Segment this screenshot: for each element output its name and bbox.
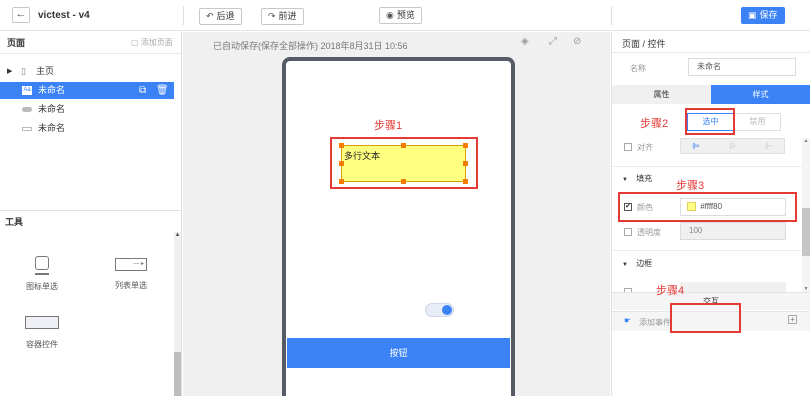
tools-scrollbar[interactable]: ▲ [174, 232, 181, 396]
page-item-textarea[interactable]: Aa 未命名 ⧉ 🗑 [0, 82, 174, 99]
container-icon [25, 316, 59, 329]
top-toolbar: ← victest - v4 ↶ 后退 ↷ 前进 ◉ 预览 ▣ 保存 [0, 0, 810, 31]
collapse-arrow-icon: ▼ [622, 177, 628, 183]
align-checkbox[interactable] [624, 143, 632, 151]
icon-radio-icon [35, 256, 49, 270]
name-label: 名称 [630, 64, 646, 73]
save-button[interactable]: ▣ 保存 [741, 7, 785, 24]
toggle-switch[interactable] [425, 303, 454, 317]
align-button-group[interactable]: ⊫ ⊪ ⊩ [680, 138, 785, 154]
scroll-up-icon[interactable]: ▲ [802, 138, 810, 144]
step-2-label: 步骤2 [640, 118, 669, 130]
align-row-divider [612, 166, 802, 167]
panel-title-divider [612, 52, 810, 53]
page-item-toggle[interactable]: 未命名 [0, 101, 174, 118]
page-item-input[interactable]: 未命名 [0, 120, 174, 137]
opacity-label: 透明度 [637, 228, 661, 237]
opacity-checkbox[interactable] [624, 228, 632, 236]
step-1-label: 步骤1 [374, 120, 403, 132]
eye-icon: ◉ [386, 10, 394, 20]
step-4-label: 步骤4 [656, 285, 685, 297]
tool-icon-radio[interactable]: 图标单选 [12, 256, 72, 292]
icon-radio-bar [35, 273, 49, 275]
copy-icon[interactable]: ⧉ [139, 82, 146, 99]
pages-divider [0, 53, 181, 54]
back-button[interactable]: ← [12, 7, 30, 23]
add-page-button[interactable]: ▢ 添加页面 [131, 37, 173, 48]
tool-list-radio[interactable]: — ▸ 列表单选 [101, 258, 161, 291]
list-radio-icon: — ▸ [115, 258, 147, 271]
primary-button[interactable]: 按钮 [287, 338, 510, 368]
name-field[interactable]: 未命名 [688, 58, 796, 76]
opacity-field[interactable]: 100 [680, 222, 786, 240]
props-scrollbar[interactable]: ▲ ▼ [802, 138, 810, 292]
state-disabled-button[interactable]: 禁用 [734, 113, 781, 131]
project-title: victest - v4 [38, 10, 90, 21]
align-label: 对齐 [637, 143, 653, 152]
fill-section-header[interactable]: ▼ 填充 [622, 173, 652, 184]
text-icon: Aa [22, 86, 32, 95]
step-4-box [670, 303, 741, 333]
step-3-label: 步骤3 [676, 180, 705, 192]
trash-icon[interactable]: 🗑 [156, 82, 169, 99]
undo-button[interactable]: ↶ 后退 [199, 8, 242, 25]
undo-icon: ↶ [206, 11, 214, 21]
scroll-up-icon[interactable]: ▲ [174, 232, 181, 238]
toggle-knob [442, 305, 452, 315]
layers-icon[interactable]: ◈ [521, 36, 529, 47]
arrow-left-icon: ← [15, 8, 27, 20]
step-3-box [618, 192, 797, 222]
align-center-icon[interactable]: ⊪ [729, 141, 737, 152]
page-item-home[interactable]: ▶ ▯ 主页 [0, 63, 174, 80]
expand-arrow-icon: ▶ [7, 68, 13, 75]
add-page-icon: ▢ [131, 38, 139, 47]
step-1-box [330, 137, 478, 189]
border-field[interactable] [680, 282, 786, 292]
phone-frame: 多行文本 按钮 [282, 57, 515, 396]
tool-container[interactable]: 容器控件 [12, 316, 72, 350]
scrollbar-thumb[interactable] [802, 208, 810, 256]
redo-button[interactable]: ↷ 前进 [261, 8, 304, 25]
align-right-icon[interactable]: ⊩ [765, 141, 773, 152]
panel-title: 页面 / 控件 [622, 39, 666, 49]
align-left-icon[interactable]: ⊫ [692, 141, 700, 152]
tools-header: 工具 [5, 217, 24, 227]
fill-divider [612, 250, 802, 251]
step-2-box [685, 108, 735, 135]
page-icon: ▯ [21, 66, 26, 76]
expand-icon[interactable]: ⤢ [549, 36, 557, 47]
scrollbar-thumb[interactable] [174, 352, 181, 396]
event-icon: ☛ [624, 316, 632, 325]
preview-button[interactable]: ◉ 预览 [379, 7, 422, 24]
tools-divider [0, 210, 181, 211]
redo-icon: ↷ [268, 11, 276, 21]
save-icon: ▣ [748, 10, 757, 20]
left-panel: 页面 ▢ 添加页面 ▶ ▯ 主页 Aa 未命名 ⧉ 🗑 未命名 未命名 工具 ▲… [0, 32, 182, 396]
toggle-icon [22, 107, 32, 112]
collapse-arrow-icon: ▼ [622, 262, 628, 268]
add-icon[interactable]: + [788, 315, 797, 324]
eye-off-icon[interactable]: ⊘ [573, 36, 581, 47]
autosave-status: 已自动保存(保存全部操作) 2018年8月31日 10:56 [213, 41, 408, 51]
input-icon [22, 127, 32, 131]
tab-properties[interactable]: 属性 [612, 85, 711, 104]
tab-style[interactable]: 样式 [711, 85, 810, 104]
border-section-header[interactable]: ▼ 边框 [622, 258, 652, 269]
